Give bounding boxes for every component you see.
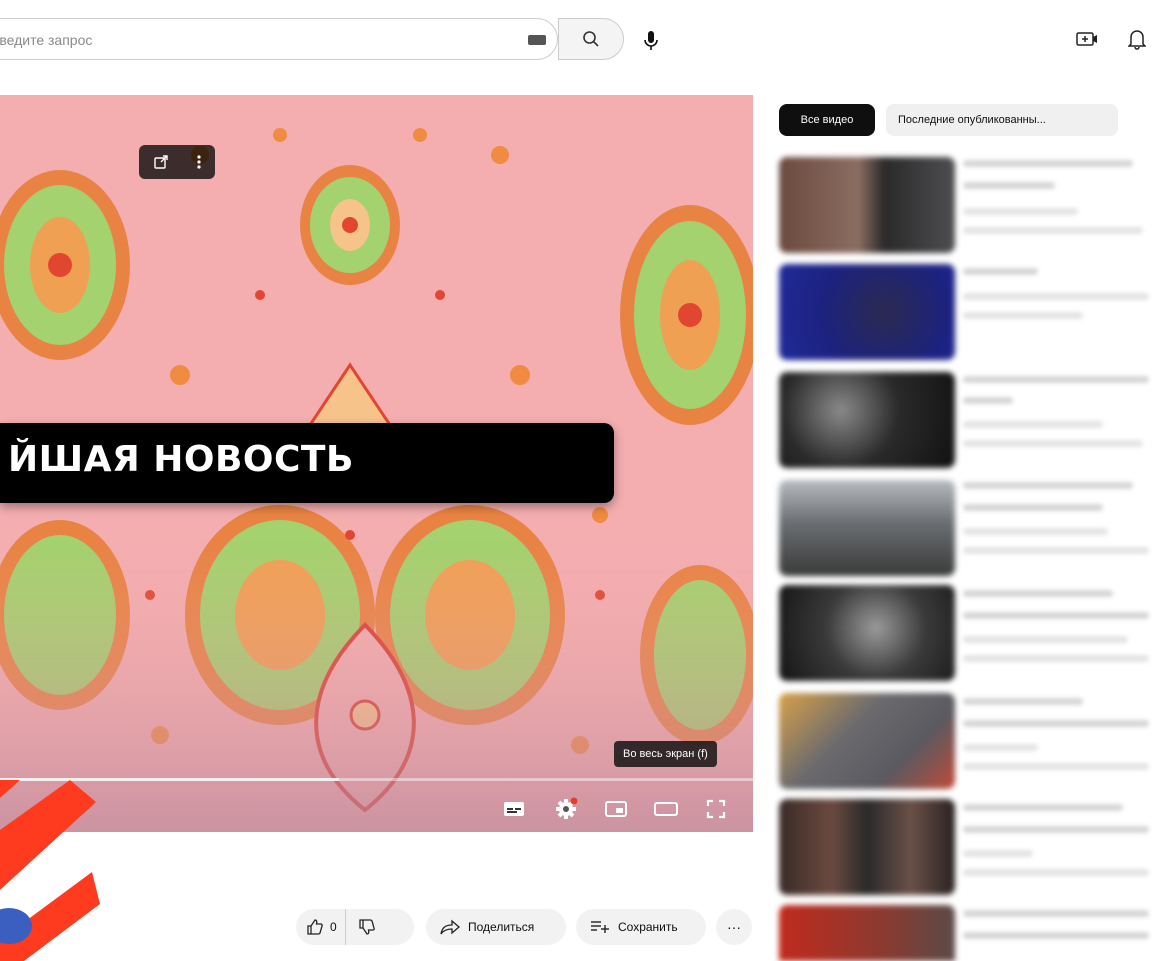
create-video-icon [1076,32,1097,46]
recommendation-meta [963,636,1128,643]
bell-icon [1128,30,1146,50]
fullscreen-button[interactable] [702,795,730,823]
share-icon [440,919,460,935]
save-label: Сохранить [618,920,678,934]
fullscreen-tooltip: Во весь экран (f) [614,741,717,767]
recommendation-meta [963,227,1143,234]
keyboard-icon[interactable] [528,35,546,45]
recommendation-title[interactable] [963,504,1103,511]
search-button[interactable] [558,18,624,60]
recommendation-thumbnail[interactable] [779,372,955,468]
recommendation-thumbnail[interactable] [779,157,955,253]
recommendation-meta [963,547,1149,554]
recommendation-title[interactable] [963,182,1055,189]
more-vertical-icon[interactable] [196,154,202,170]
recommendation-meta [963,869,1149,876]
recommendation-meta [963,744,1038,751]
recommendation-meta [963,528,1108,535]
like-count: 0 [330,920,337,934]
recommendation-title[interactable] [963,698,1083,705]
recommendation-meta [963,655,1149,662]
recommendation-thumbnail[interactable] [779,905,955,961]
search-icon [583,31,599,47]
recommendation-meta [963,763,1149,770]
recommendation-title[interactable] [963,932,1149,939]
notifications-button[interactable] [1122,24,1152,54]
recommendation-meta [963,421,1103,428]
top-bar [0,0,1155,84]
recommendation-meta [963,850,1033,857]
recommendation-thumbnail[interactable] [779,799,955,895]
miniplayer-icon [605,801,627,817]
miniplayer-button[interactable] [602,795,630,823]
recommendation-title[interactable] [963,160,1133,167]
dislike-button[interactable] [346,909,388,945]
filter-chip-all[interactable]: Все видео [779,104,875,136]
theater-mode-icon [654,802,678,816]
recommendation-title[interactable] [963,804,1123,811]
theater-mode-button[interactable] [652,795,680,823]
recommendation-title[interactable] [963,720,1149,727]
share-label: Поделиться [468,920,535,934]
mic-icon [644,31,658,50]
filter-chip-recent[interactable]: Последние опубликованны... [886,104,1118,136]
add-to-playlist-icon [591,921,609,933]
recommendation-title[interactable] [963,590,1113,597]
recommendation-title[interactable] [963,910,1149,917]
recommendation-meta [963,208,1078,215]
share-link-icon[interactable] [153,154,169,170]
recommendation-thumbnail[interactable] [779,585,955,681]
voice-search-button[interactable] [632,22,670,60]
recommendation-thumbnail[interactable] [779,480,955,576]
recommendation-title[interactable] [963,268,1038,275]
subtitles-icon [504,802,524,816]
thumbs-down-icon [359,919,375,935]
recommendation-meta [963,440,1143,447]
recommendation-title[interactable] [963,612,1149,619]
recommendation-meta [963,293,1149,300]
player-top-controls [139,145,215,179]
share-button[interactable]: Поделиться [426,909,566,945]
fullscreen-icon [706,799,726,819]
banner-text: ЙШАЯ НОВОСТЬ [8,439,354,480]
search-input[interactable] [0,19,492,61]
like-dislike-group: 0 [296,909,414,945]
recommendation-title[interactable] [963,482,1133,489]
thumbs-up-icon [307,919,323,935]
more-actions-button[interactable]: ··· [716,909,752,945]
recommendation-thumbnail[interactable] [779,693,955,789]
recommendation-title[interactable] [963,376,1149,383]
recommendation-meta [963,312,1083,319]
like-button[interactable]: 0 [296,909,346,945]
recommendation-thumbnail[interactable] [779,264,955,360]
save-button[interactable]: Сохранить [576,909,706,945]
search-box [0,18,558,61]
create-button[interactable] [1072,24,1102,54]
gear-icon [556,797,578,819]
settings-button[interactable] [552,795,580,823]
subtitles-button[interactable] [500,795,528,823]
more-horizontal-icon: ··· [727,919,741,935]
recommendation-title[interactable] [963,397,1013,404]
recommendation-title[interactable] [963,826,1149,833]
